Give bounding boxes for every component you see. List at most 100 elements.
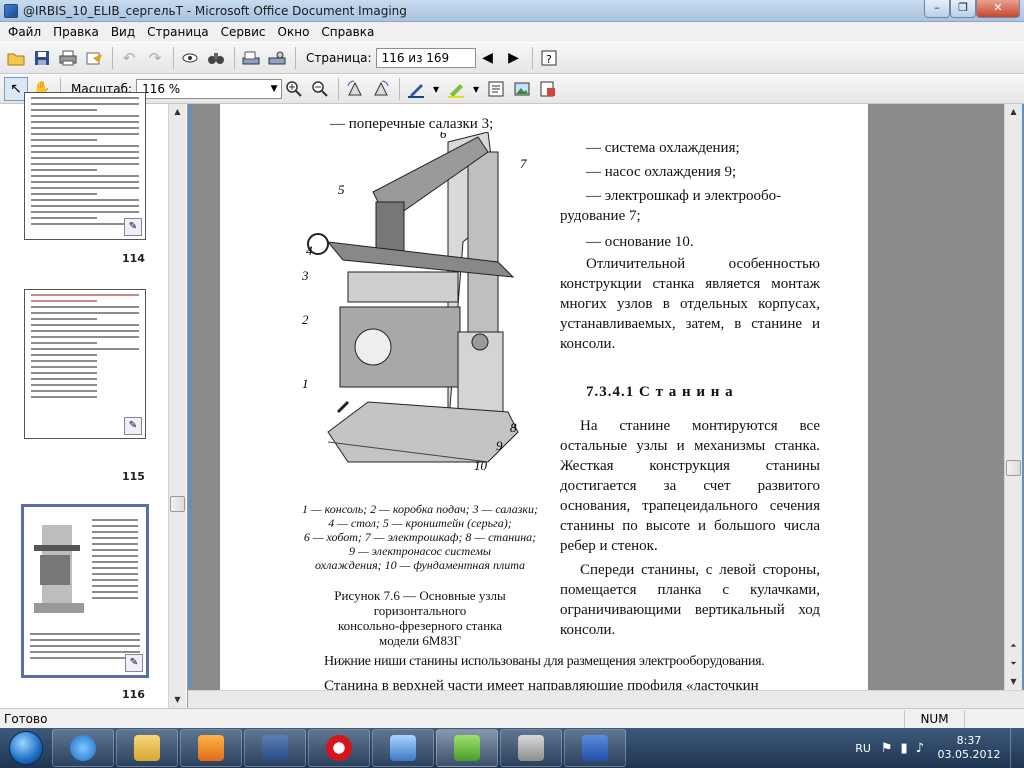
window-controls: – ❐ ✕ <box>924 0 1020 18</box>
flag-icon[interactable]: ⚑ <box>881 741 893 756</box>
chevron-down-icon: ▼ <box>473 84 480 94</box>
menu-page[interactable]: Страница <box>141 22 215 42</box>
close-button[interactable]: ✕ <box>976 0 1020 18</box>
print-button[interactable] <box>56 46 80 70</box>
scroll-up-icon[interactable]: ▲ <box>1005 104 1022 120</box>
internet-explorer-icon <box>70 735 96 761</box>
document-page: — поперечные салазки 3; 4 3 2 1 5 6 7 8 <box>220 104 868 690</box>
send-button[interactable] <box>82 46 106 70</box>
scan-settings-button[interactable] <box>265 46 289 70</box>
opera-icon <box>326 735 352 761</box>
next-page-button[interactable]: ▶ <box>502 46 526 70</box>
taskbar-document-imaging[interactable] <box>436 729 498 767</box>
find-button[interactable] <box>204 46 228 70</box>
rotate-right-button[interactable] <box>369 77 393 101</box>
picture-icon <box>514 82 530 96</box>
toolbar-separator <box>112 47 113 69</box>
scan-button[interactable] <box>239 46 263 70</box>
scrollbar-thumb[interactable] <box>1006 460 1021 476</box>
hide-annotations-button[interactable] <box>536 77 560 101</box>
milling-machine-figure: 4 3 2 1 5 6 7 8 9 10 <box>301 132 527 473</box>
taskbar-save-app[interactable] <box>244 729 306 767</box>
thumbnail-page-116[interactable]: ✎ <box>21 504 149 678</box>
help-button[interactable]: ? <box>537 46 561 70</box>
taskbar-opera[interactable] <box>308 729 370 767</box>
taskbar-explorer[interactable] <box>116 729 178 767</box>
figure-label-1: 1 <box>302 376 309 391</box>
scanner-icon <box>518 735 544 761</box>
pen-button[interactable] <box>404 77 428 101</box>
toolbar-separator <box>338 78 340 100</box>
volume-icon[interactable]: ♪ <box>916 741 924 756</box>
maximize-button[interactable]: ❐ <box>950 0 976 18</box>
status-bar: Готово NUM <box>0 708 1024 728</box>
menu-tools[interactable]: Сервис <box>215 22 272 42</box>
word-icon <box>582 735 608 761</box>
taskbar-media-player[interactable] <box>180 729 242 767</box>
redo-button[interactable]: ↷ <box>143 46 167 70</box>
minimize-button[interactable]: – <box>924 0 950 18</box>
toolbar-separator <box>531 47 533 69</box>
scroll-up-icon[interactable]: ▲ <box>169 104 186 120</box>
thumbnail-page-115[interactable]: ✎ <box>24 289 146 439</box>
scrollbar-thumb[interactable] <box>170 496 185 512</box>
clock[interactable]: 8:37 03.05.2012 <box>932 734 1006 762</box>
open-button[interactable] <box>4 46 28 70</box>
legend-line: 9 — электронасос системы <box>348 544 492 558</box>
scroll-down-icon[interactable]: ▼ <box>1005 674 1022 690</box>
list-item-electrical-cabinet: — электрошкаф и электрообо- <box>586 188 782 204</box>
zoom-out-button[interactable] <box>308 77 332 101</box>
taskbar-app-blue[interactable] <box>372 729 434 767</box>
highlighter-dropdown-button[interactable]: ▼ <box>470 77 482 101</box>
previous-page-button[interactable]: ◀ <box>476 46 500 70</box>
figure-label-8: 8 <box>510 420 517 435</box>
page-up-icon[interactable]: ⏶ <box>1005 638 1022 654</box>
menu-view[interactable]: Вид <box>105 22 141 42</box>
menu-edit[interactable]: Правка <box>47 22 105 42</box>
menu-window[interactable]: Окно <box>272 22 316 42</box>
legend-line: 1 — консоль; 2 — коробка подач; 3 — сала… <box>301 502 539 516</box>
folder-open-icon <box>7 53 25 66</box>
document-imaging-icon <box>454 735 480 761</box>
highlighter-button[interactable] <box>444 77 468 101</box>
taskbar-word[interactable] <box>564 729 626 767</box>
document-viewer: — поперечные салазки 3; 4 3 2 1 5 6 7 8 <box>192 104 1004 690</box>
thumbnail-page-114[interactable]: ✎ <box>24 92 146 240</box>
show-desktop-button[interactable] <box>1010 728 1024 768</box>
chevron-down-icon: ▼ <box>270 84 278 94</box>
network-icon[interactable]: ▮ <box>901 741 908 756</box>
text-box-button[interactable] <box>484 77 508 101</box>
figure-label-6: 6 <box>440 132 447 141</box>
list-item-base: — основание 10. <box>586 234 694 250</box>
rotate-left-icon <box>347 80 362 96</box>
taskbar-scanner-app[interactable] <box>500 729 562 767</box>
horizontal-scrollbar[interactable] <box>188 690 1024 708</box>
zoom-select[interactable]: 116 % ▼ <box>136 79 283 99</box>
taskbar-internet-explorer[interactable] <box>52 729 114 767</box>
pen-dropdown-button[interactable]: ▼ <box>430 77 442 101</box>
section-title: 7.3.4.1 С т а н и н а <box>586 384 734 400</box>
insert-picture-button[interactable] <box>510 77 534 101</box>
save-button[interactable] <box>30 46 54 70</box>
page-down-icon[interactable]: ⏷ <box>1005 656 1022 672</box>
paragraph-design-feature: Отличительной особенностью конструкции с… <box>560 256 820 352</box>
page-number-field[interactable]: 116 из 169 <box>375 48 476 68</box>
menu-file[interactable]: Файл <box>2 22 47 42</box>
language-indicator[interactable]: RU <box>855 742 871 755</box>
doc-line-top: — поперечные салазки 3; <box>330 116 494 132</box>
undo-icon: ↶ <box>122 48 136 67</box>
menu-help[interactable]: Справка <box>315 22 380 42</box>
rotate-left-button[interactable] <box>343 77 367 101</box>
thumbnail-scrollbar[interactable]: ▲ ▼ <box>168 104 186 708</box>
annotation-icon: ✎ <box>124 417 142 435</box>
scroll-down-icon[interactable]: ▼ <box>169 692 186 708</box>
zoom-in-button[interactable] <box>282 77 306 101</box>
start-button[interactable] <box>0 728 52 768</box>
caption-line: консольно-фрезерного станка <box>337 618 503 633</box>
toolbar-separator <box>399 78 401 100</box>
figure-caption: Рисунок 7.6 — Основные узлы горизонтальн… <box>300 588 540 648</box>
figure-label-10: 10 <box>474 458 488 473</box>
recognize-text-button[interactable] <box>178 46 202 70</box>
document-scrollbar[interactable]: ▲ ⏶ ⏷ ▼ <box>1004 104 1022 690</box>
undo-button[interactable]: ↶ <box>117 46 141 70</box>
